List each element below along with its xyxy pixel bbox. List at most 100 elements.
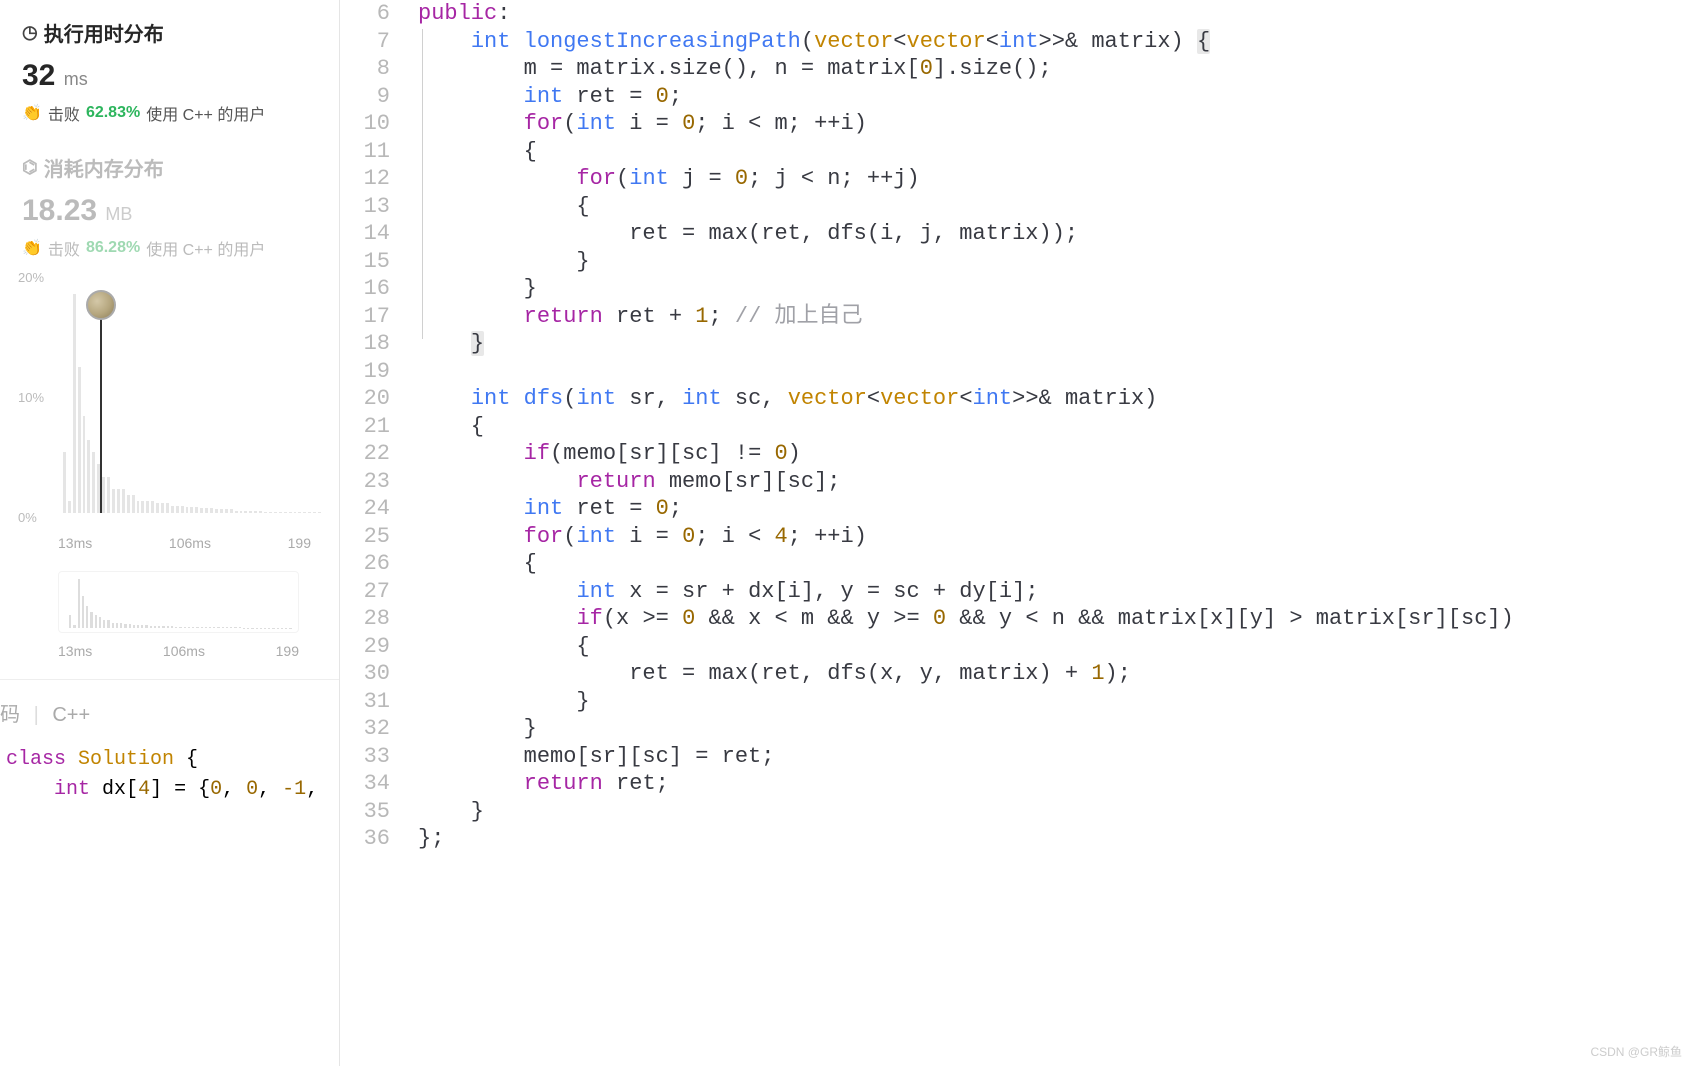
chart-bar [92,452,95,513]
code-line[interactable]: } [418,688,1692,716]
chart-bar [254,511,257,513]
code-line[interactable]: } [418,330,1692,358]
line-number: 14 [340,220,406,248]
code-line[interactable]: int dfs(int sr, int sc, vector<vector<in… [418,385,1692,413]
line-number: 25 [340,523,406,551]
code-line[interactable]: if(x >= 0 && x < m && y >= 0 && y < n &&… [418,605,1692,633]
code-line[interactable]: return memo[sr][sc]; [418,468,1692,496]
lang-label[interactable]: C++ [52,704,90,726]
mini-bar [69,615,71,629]
chart-bar [294,512,297,513]
code-line[interactable]: int x = sr + dx[i], y = sc + dy[i]; [418,578,1692,606]
runtime-title-row: ◷ 执行用时分布 [22,18,317,47]
line-number: 17 [340,303,406,331]
memory-beat-row: 👏 击败 86.28% 使用 C++ 的用户 [22,236,317,260]
chart-bar [112,489,115,513]
line-number: 33 [340,743,406,771]
line-number: 24 [340,495,406,523]
mini-bar [141,625,143,628]
code-line[interactable]: for(int i = 0; i < 4; ++i) [418,523,1692,551]
code-tab-label[interactable]: 码 [0,704,20,726]
mini-bar [124,624,126,628]
code-editor[interactable]: 6789101112131415161718192021222324252627… [340,0,1692,1066]
code-line[interactable]: public: [418,0,1692,28]
y-10-label: 10% [18,390,44,405]
memory-value-row: 18.23 MB [22,194,317,228]
code-line[interactable]: } [418,248,1692,276]
mini-bar [145,625,147,628]
code-line[interactable]: { [418,550,1692,578]
mini-bar [196,627,198,628]
chart-bar [161,503,164,513]
code-line[interactable]: m = matrix.size(), n = matrix[0].size(); [418,55,1692,83]
code-line[interactable]: return ret + 1; // 加上自己 [418,303,1692,331]
chart-bar [127,495,130,513]
line-number: 19 [340,358,406,386]
mini-bar [217,627,219,628]
code-line[interactable]: }; [418,825,1692,853]
mini-x-2: 199 [276,643,299,659]
chart-bar [264,512,267,513]
mini-bar [226,627,228,628]
line-number: 28 [340,605,406,633]
code-line[interactable]: int ret = 0; [418,83,1692,111]
chart-bar [274,512,277,513]
code-line[interactable]: for(int i = 0; i < m; ++i) [418,110,1692,138]
line-gutter: 6789101112131415161718192021222324252627… [340,0,406,1066]
mini-bar [82,596,84,628]
code-line[interactable]: { [418,633,1692,661]
code-line[interactable]: ret = max(ret, dfs(i, j, matrix)); [418,220,1692,248]
chart-marker-line [100,293,102,513]
code-line[interactable]: { [418,413,1692,441]
memory-beat-label: 击败 [48,236,80,260]
code-line[interactable]: ret = max(ret, dfs(x, y, matrix) + 1); [418,660,1692,688]
code-line[interactable]: memo[sr][sc] = ret; [418,743,1692,771]
mini-bar [179,627,181,628]
line-number: 10 [340,110,406,138]
chart-bar [122,489,125,513]
chart-bar [249,511,252,513]
code-line[interactable]: } [418,798,1692,826]
code-line[interactable]: int ret = 0; [418,495,1692,523]
chart-bar [200,508,203,513]
code-line[interactable]: if(memo[sr][sc] != 0) [418,440,1692,468]
code-line[interactable] [418,358,1692,386]
chart-bar [171,506,174,513]
line-number: 30 [340,660,406,688]
chart-bar [230,509,233,513]
code-line[interactable]: { [418,193,1692,221]
code-tab-header: 码 | C++ [0,679,339,739]
code-snippet: class Solution { int dx[4] = {0, 0, -1, [0,739,339,805]
mini-x-0: 13ms [58,643,92,659]
runtime-chart[interactable]: 20% 10% 0% 13ms 106ms 199 [0,270,339,551]
mini-bar [90,612,92,628]
mini-bar [192,627,194,628]
code-line[interactable]: { [418,138,1692,166]
runtime-pct: 62.83% [86,104,140,122]
mini-bar [213,627,215,628]
line-number: 11 [340,138,406,166]
memory-suffix: 使用 C++ 的用户 [146,236,265,260]
chart-bar [83,416,86,513]
code-line[interactable]: return ret; [418,770,1692,798]
code-line[interactable]: int longestIncreasingPath(vector<vector<… [418,28,1692,56]
line-number: 31 [340,688,406,716]
mini-bar [133,625,135,628]
line-number: 35 [340,798,406,826]
x-0: 13ms [58,535,92,551]
mini-chart[interactable] [58,571,299,633]
code-line[interactable]: } [418,715,1692,743]
chart-bar [186,507,189,513]
code-line[interactable]: for(int j = 0; j < n; ++j) [418,165,1692,193]
chart-bar [141,501,144,513]
mini-bar [205,627,207,628]
code-line[interactable]: } [418,275,1692,303]
mini-bar [175,627,177,628]
separator-icon: | [34,704,39,726]
chart-marker-dot[interactable] [86,290,116,320]
watermark: CSDN @GR鲸鱼 [1590,1043,1682,1060]
x-1: 106ms [169,535,211,551]
runtime-value-row: 32 ms [22,59,317,93]
code-body[interactable]: public: int longestIncreasingPath(vector… [406,0,1692,1066]
mini-bar [137,625,139,628]
